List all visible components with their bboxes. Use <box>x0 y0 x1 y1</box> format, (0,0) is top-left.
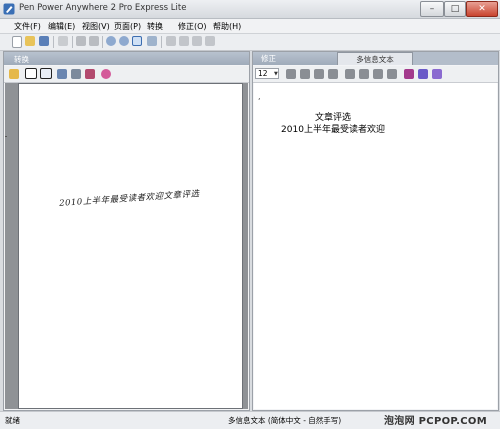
maximize-icon: □ <box>450 4 460 14</box>
formatting-toolbar: 12 ▼ <box>253 66 498 83</box>
toolbar-separator <box>53 36 54 48</box>
title-bar: Pen Power Anywhere 2 Pro Express Lite – … <box>0 0 500 19</box>
menu-help[interactable]: 帮助(H) <box>213 21 241 32</box>
delete-icon[interactable] <box>85 69 95 79</box>
minimize-button[interactable]: – <box>420 1 444 17</box>
convert-panel-header: 转换 <box>4 52 249 65</box>
recognized-text-line: 2010上半年最受读者欢迎 <box>281 125 385 135</box>
justify-icon[interactable] <box>387 69 397 79</box>
erase-icon[interactable] <box>71 69 81 79</box>
tab-revise[interactable]: 修正 <box>253 52 337 65</box>
chevron-down-icon[interactable]: ▼ <box>274 71 278 77</box>
toolbar-separator <box>161 36 162 48</box>
canvas-edge-marker <box>5 136 7 137</box>
window-title: Pen Power Anywhere 2 Pro Express Lite <box>19 3 187 13</box>
maximize-button[interactable]: □ <box>444 1 466 17</box>
recognized-text-editor[interactable]: , 文章评选 2010上半年最受读者欢迎 <box>254 83 497 409</box>
copy-icon[interactable] <box>58 36 68 46</box>
highlight-icon[interactable] <box>404 69 414 79</box>
menu-revise[interactable]: 修正(O) <box>178 21 207 32</box>
result-panel: 修正 多信息文本 12 ▼ , 文章评选 2010上半年最受读者欢迎 <box>252 51 499 411</box>
fit-width-icon[interactable] <box>147 36 157 46</box>
redo-icon[interactable] <box>89 36 99 46</box>
first-page-icon[interactable] <box>166 36 176 46</box>
menu-bar: 文件(F) 编辑(E) 视图(V) 页面(P) 转换 修正(O) 帮助(H) <box>0 19 500 34</box>
previous-page-icon[interactable] <box>179 36 189 46</box>
menu-view[interactable]: 视图(V) <box>82 21 110 32</box>
toolbar-separator <box>72 36 73 48</box>
font-underline-icon[interactable] <box>314 69 324 79</box>
menu-page[interactable]: 页面(P) <box>114 21 141 32</box>
new-document-icon[interactable] <box>12 36 22 48</box>
fit-page-icon[interactable] <box>132 36 142 46</box>
recognize-icon[interactable] <box>101 69 111 79</box>
font-bold-icon[interactable] <box>286 69 296 79</box>
pen-tool-icon[interactable] <box>9 69 19 79</box>
page-icon[interactable] <box>57 69 67 79</box>
handwriting-canvas[interactable]: 2010上半年最受读者欢迎文章评选 <box>5 83 248 409</box>
align-center-icon[interactable] <box>359 69 369 79</box>
minimize-icon: – <box>429 4 435 14</box>
tab-rich-text[interactable]: 多信息文本 <box>337 52 413 65</box>
menu-convert[interactable]: 转换 <box>147 21 163 32</box>
convert-panel-title: 转换 <box>14 55 29 64</box>
select-area-icon[interactable] <box>25 68 37 79</box>
menu-file[interactable]: 文件(F) <box>14 21 41 32</box>
site-watermark: 泡泡网 PCPOP.COM <box>384 416 487 427</box>
result-panel-tabs: 修正 多信息文本 <box>253 52 498 65</box>
text-cursor: , <box>258 92 261 101</box>
status-mode: 多信息文本 (简体中文 - 自然手写) <box>228 416 342 425</box>
close-icon: ✕ <box>478 4 486 14</box>
menu-edit[interactable]: 编辑(E) <box>48 21 75 32</box>
font-color-icon[interactable] <box>328 69 338 79</box>
undo-icon[interactable] <box>76 36 86 46</box>
send-text-icon[interactable] <box>418 69 428 79</box>
save-icon[interactable] <box>39 36 49 46</box>
status-ready: 就绪 <box>5 416 20 425</box>
handwritten-page[interactable]: 2010上半年最受读者欢迎文章评选 <box>18 83 243 409</box>
handwritten-text: 2010上半年最受读者欢迎文章评选 <box>58 189 200 209</box>
app-pen-icon <box>3 3 15 15</box>
zoom-in-icon[interactable] <box>106 36 116 46</box>
last-page-icon[interactable] <box>205 36 215 46</box>
next-page-icon[interactable] <box>192 36 202 46</box>
align-left-icon[interactable] <box>345 69 355 79</box>
align-right-icon[interactable] <box>373 69 383 79</box>
main-toolbar <box>0 34 500 51</box>
status-bar: 就绪 多信息文本 (简体中文 - 自然手写) 泡泡网 PCPOP.COM <box>0 411 500 429</box>
toolbar-separator <box>102 36 103 48</box>
open-folder-icon[interactable] <box>25 36 35 46</box>
convert-panel-toolbar <box>4 66 249 83</box>
convert-panel: 转换 2010上半年最受读者欢迎文章评选 <box>3 51 250 411</box>
zoom-out-icon[interactable] <box>119 36 129 46</box>
select-line-icon[interactable] <box>40 68 52 79</box>
close-button[interactable]: ✕ <box>466 1 498 17</box>
copy-text-icon[interactable] <box>432 69 442 79</box>
font-italic-icon[interactable] <box>300 69 310 79</box>
